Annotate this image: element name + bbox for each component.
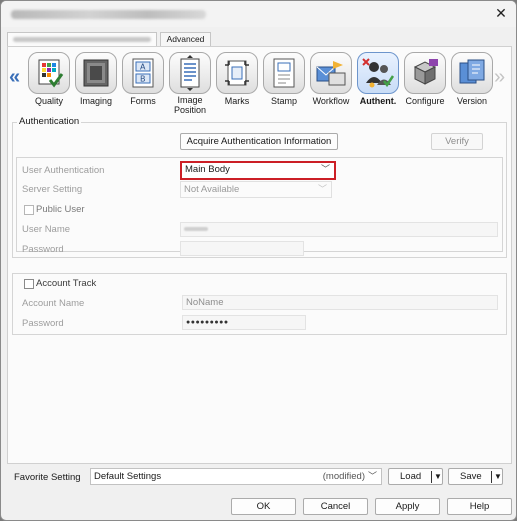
authentication-icon bbox=[357, 52, 399, 94]
server-setting-label: Server Setting bbox=[22, 184, 83, 195]
password-label: Password bbox=[22, 244, 64, 255]
favorite-setting-label: Favorite Setting bbox=[14, 472, 81, 483]
chevron-down-icon: ﹀ bbox=[320, 164, 330, 174]
imaging-icon bbox=[75, 52, 117, 94]
server-setting-value: Not Available bbox=[184, 184, 240, 195]
version-icon bbox=[451, 52, 493, 94]
svg-text:A: A bbox=[140, 63, 146, 72]
stamp-icon bbox=[263, 52, 305, 94]
printer-properties-dialog: ✕ Advanced « Quality Imaging A B Forms I… bbox=[0, 0, 517, 521]
server-setting-select[interactable]: Not Available ﹀ bbox=[180, 181, 332, 198]
account-password-label: Password bbox=[22, 318, 64, 329]
category-label: Version bbox=[456, 96, 488, 106]
chevron-down-icon: ﹀ bbox=[317, 184, 327, 194]
scroll-right-arrow[interactable]: » bbox=[494, 67, 505, 87]
ok-button[interactable]: OK bbox=[231, 498, 296, 515]
split-separator bbox=[431, 471, 432, 483]
title-bar: ✕ bbox=[1, 1, 516, 27]
help-button[interactable]: Help bbox=[447, 498, 512, 515]
window-title-blurred bbox=[11, 10, 206, 19]
category-version[interactable]: Version bbox=[449, 52, 495, 112]
configure-icon bbox=[404, 52, 446, 94]
dropdown-arrow-icon[interactable]: ▼ bbox=[434, 469, 442, 484]
user-name-input[interactable] bbox=[180, 222, 498, 237]
tab-basic-blurred[interactable] bbox=[7, 32, 157, 47]
favorite-modified-indicator: (modified) bbox=[322, 471, 365, 482]
account-name-label: Account Name bbox=[22, 298, 85, 309]
split-separator bbox=[491, 471, 492, 483]
user-authentication-value: Main Body bbox=[185, 164, 230, 175]
svg-text:B: B bbox=[140, 75, 146, 84]
public-user-checkbox[interactable] bbox=[24, 205, 34, 215]
load-split-button[interactable]: Load ▼ bbox=[388, 468, 443, 485]
user-authentication-label: User Authentication bbox=[22, 165, 105, 176]
load-button-label: Load bbox=[400, 471, 422, 482]
verify-button[interactable]: Verify bbox=[431, 133, 483, 150]
tab-advanced[interactable]: Advanced bbox=[160, 32, 211, 47]
image-position-icon bbox=[169, 52, 211, 94]
save-button-label: Save bbox=[460, 471, 482, 482]
authentication-legend: Authentication bbox=[17, 116, 82, 127]
favorite-setting-select[interactable]: Default Settings (modified) ﹀ bbox=[90, 468, 382, 485]
marks-icon bbox=[216, 52, 258, 94]
account-track-checkbox[interactable] bbox=[24, 279, 34, 289]
cancel-button[interactable]: Cancel bbox=[303, 498, 368, 515]
dropdown-arrow-icon[interactable]: ▼ bbox=[494, 469, 502, 484]
close-button[interactable]: ✕ bbox=[490, 3, 512, 23]
account-track-label: Account Track bbox=[36, 278, 97, 289]
quality-icon bbox=[28, 52, 70, 94]
account-password-input[interactable]: ●●●●●●●●● bbox=[182, 315, 306, 330]
public-user-label: Public User bbox=[36, 204, 85, 215]
forms-icon: A B bbox=[122, 52, 164, 94]
save-split-button[interactable]: Save ▼ bbox=[448, 468, 503, 485]
chevron-down-icon: ﹀ bbox=[367, 471, 377, 481]
workflow-icon bbox=[310, 52, 352, 94]
scroll-left-arrow[interactable]: « bbox=[9, 67, 20, 87]
favorite-setting-value: Default Settings bbox=[94, 471, 162, 482]
user-name-label: User Name bbox=[22, 224, 71, 235]
acquire-auth-info-button[interactable]: Acquire Authentication Information bbox=[180, 133, 338, 150]
user-name-value-blurred bbox=[184, 227, 208, 232]
account-name-input[interactable]: NoName bbox=[182, 295, 498, 310]
apply-button[interactable]: Apply bbox=[375, 498, 440, 515]
user-authentication-select[interactable]: Main Body ﹀ bbox=[180, 161, 336, 180]
settings-panel: « Quality Imaging A B Forms Image Positi… bbox=[7, 46, 512, 464]
password-input[interactable] bbox=[180, 241, 304, 256]
